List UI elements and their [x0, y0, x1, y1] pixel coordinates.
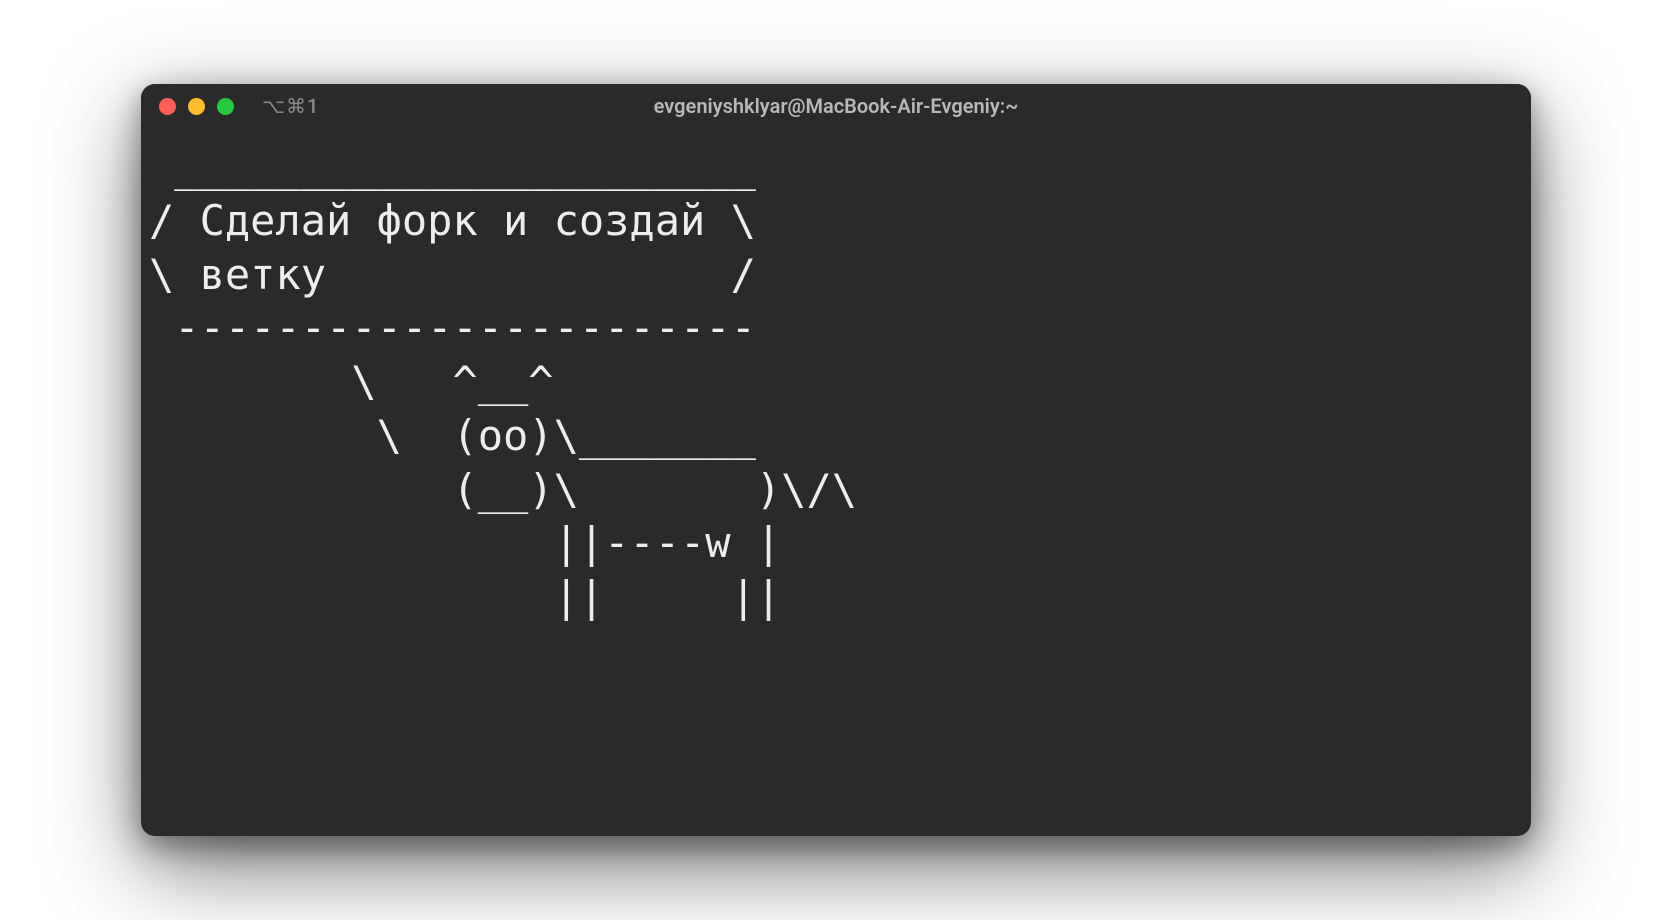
terminal-output: _______________________ / Сделай форк и …	[141, 140, 1531, 624]
minimize-icon[interactable]	[188, 98, 205, 115]
maximize-icon[interactable]	[217, 98, 234, 115]
terminal-body[interactable]: _______________________ / Сделай форк и …	[141, 128, 1531, 836]
close-icon[interactable]	[159, 98, 176, 115]
tab-label: ⌥⌘1	[262, 94, 319, 118]
window-title: evgeniyshklyar@MacBook-Air-Evgeniy:~	[654, 94, 1019, 118]
terminal-window: ⌥⌘1 evgeniyshklyar@MacBook-Air-Evgeniy:~…	[141, 84, 1531, 836]
titlebar: ⌥⌘1 evgeniyshklyar@MacBook-Air-Evgeniy:~	[141, 84, 1531, 128]
traffic-lights	[159, 98, 234, 115]
